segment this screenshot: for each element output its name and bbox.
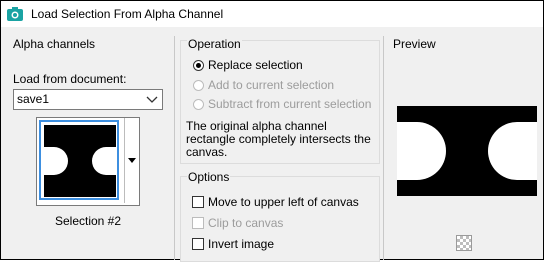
- radio-replace-selection[interactable]: [193, 60, 204, 71]
- window-title: Load Selection From Alpha Channel: [31, 7, 224, 21]
- alpha-thumbnail-picker[interactable]: [36, 117, 140, 206]
- alpha-channels-heading: Alpha channels: [13, 37, 96, 51]
- radio-subtract-from-selection[interactable]: [193, 99, 204, 110]
- load-from-document-label: Load from document:: [13, 72, 127, 86]
- selected-thumbnail[interactable]: [39, 120, 119, 200]
- transparency-toggle-icon[interactable]: [456, 235, 472, 251]
- replace-selection-label: Replace selection: [208, 58, 303, 72]
- document-select-value: save1: [17, 92, 50, 106]
- app-icon: [7, 7, 23, 21]
- preview-image: [397, 106, 537, 196]
- clip-to-canvas-label: Clip to canvas: [208, 216, 284, 230]
- selection-caption: Selection #2: [54, 214, 122, 228]
- alpha-thumbnail-image: [44, 125, 116, 197]
- title-bar: Load Selection From Alpha Channel: [1, 1, 543, 27]
- invert-image-label: Invert image: [208, 237, 275, 251]
- caret-down-icon: [128, 158, 136, 163]
- chevron-down-icon: [146, 96, 158, 103]
- checkbox-clip-to-canvas[interactable]: [192, 217, 204, 229]
- document-select[interactable]: save1: [13, 89, 163, 110]
- divider-right: [383, 36, 384, 260]
- operation-heading: Operation: [187, 37, 242, 51]
- checkbox-invert-image[interactable]: [192, 238, 204, 250]
- add-to-selection-label: Add to current selection: [208, 78, 335, 92]
- checkbox-move-to-upper-left[interactable]: [192, 196, 204, 208]
- subtract-from-selection-label: Subtract from current selection: [208, 97, 372, 111]
- options-heading: Options: [187, 170, 231, 184]
- move-to-upper-left-label: Move to upper left of canvas: [208, 195, 359, 209]
- preview-heading: Preview: [393, 37, 436, 51]
- radio-add-to-selection[interactable]: [193, 80, 204, 91]
- operation-info-text: The original alpha channel rectangle com…: [186, 119, 371, 159]
- thumbnail-dropdown-button[interactable]: [124, 118, 139, 203]
- divider-left: [174, 36, 175, 260]
